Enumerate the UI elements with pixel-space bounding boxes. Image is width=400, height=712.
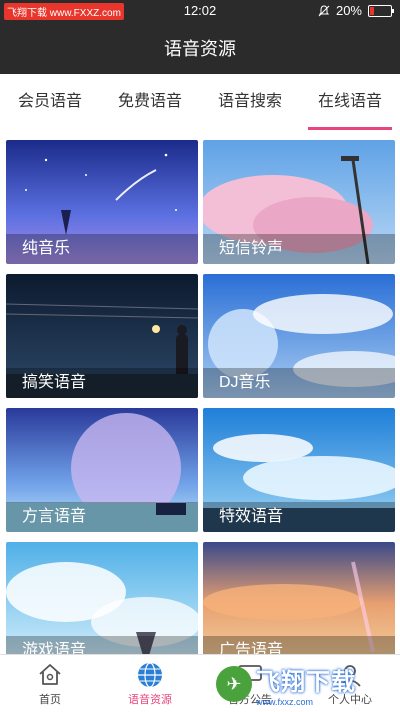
tile-label: 方言语音: [6, 502, 198, 532]
category-tile-game-voice[interactable]: 游戏语音: [6, 542, 198, 654]
page-title: 语音资源: [164, 39, 236, 59]
tab-online-voice[interactable]: 在线语音: [300, 74, 400, 132]
category-tile-effect-voice[interactable]: 特效语音: [203, 408, 395, 532]
category-tile-pure-music[interactable]: 纯音乐: [6, 140, 198, 264]
status-bar: 飞翔下载 www.FXXZ.com 12:02 20%: [0, 0, 400, 22]
nav-label: 首页: [39, 693, 61, 706]
nav-label: 个人中心: [328, 693, 372, 706]
battery-percent: 20%: [335, 3, 362, 18]
mute-bell-icon: [318, 4, 330, 16]
category-grid: 纯音乐 短信铃声 搞笑语音 DJ音乐 方言语音 特效语音 游戏语音 广告语音: [0, 132, 400, 654]
tile-label: 广告语音: [203, 636, 395, 654]
nav-home[interactable]: 首页: [0, 655, 100, 712]
category-tile-sms-ringtone[interactable]: 短信铃声: [203, 140, 395, 264]
user-icon: [339, 664, 361, 687]
tab-voice-search[interactable]: 语音搜索: [200, 74, 300, 132]
nav-label: 语音资源: [128, 693, 172, 706]
nav-voice-resources[interactable]: 语音资源: [100, 655, 200, 712]
tab-member-voice[interactable]: 会员语音: [0, 74, 100, 132]
tab-label: 在线语音: [317, 93, 382, 110]
title-bar: 语音资源: [0, 22, 400, 74]
tab-bar: 会员语音 免费语音 语音搜索 在线语音: [0, 74, 400, 133]
category-tile-dj-music[interactable]: DJ音乐: [203, 274, 395, 398]
tab-label: 语音搜索: [217, 93, 282, 110]
nav-announcements[interactable]: 官方公告: [200, 655, 300, 712]
status-right: 20%: [318, 3, 394, 18]
tile-label: DJ音乐: [203, 368, 395, 398]
nav-profile[interactable]: 个人中心: [300, 655, 400, 712]
battery-icon: [368, 4, 394, 17]
home-icon: [39, 663, 61, 685]
nav-label: 官方公告: [228, 693, 272, 706]
category-tile-ad-voice[interactable]: 广告语音: [203, 542, 395, 654]
tab-free-voice[interactable]: 免费语音: [100, 74, 200, 132]
tile-label: 短信铃声: [203, 234, 395, 264]
tab-label: 免费语音: [117, 93, 182, 110]
tile-label: 搞笑语音: [6, 368, 198, 398]
category-tile-funny-voice[interactable]: 搞笑语音: [6, 274, 198, 398]
chat-icon: [238, 664, 262, 687]
bottom-nav: 首页 语音资源 官方公告 个人中心: [0, 654, 400, 712]
tile-label: 游戏语音: [6, 636, 198, 654]
tab-label: 会员语音: [17, 93, 82, 110]
globe-icon: [138, 661, 162, 688]
tile-label: 特效语音: [203, 502, 395, 532]
category-tile-dialect-voice[interactable]: 方言语音: [6, 408, 198, 532]
tile-label: 纯音乐: [6, 234, 198, 264]
battery-fill: [370, 6, 374, 15]
